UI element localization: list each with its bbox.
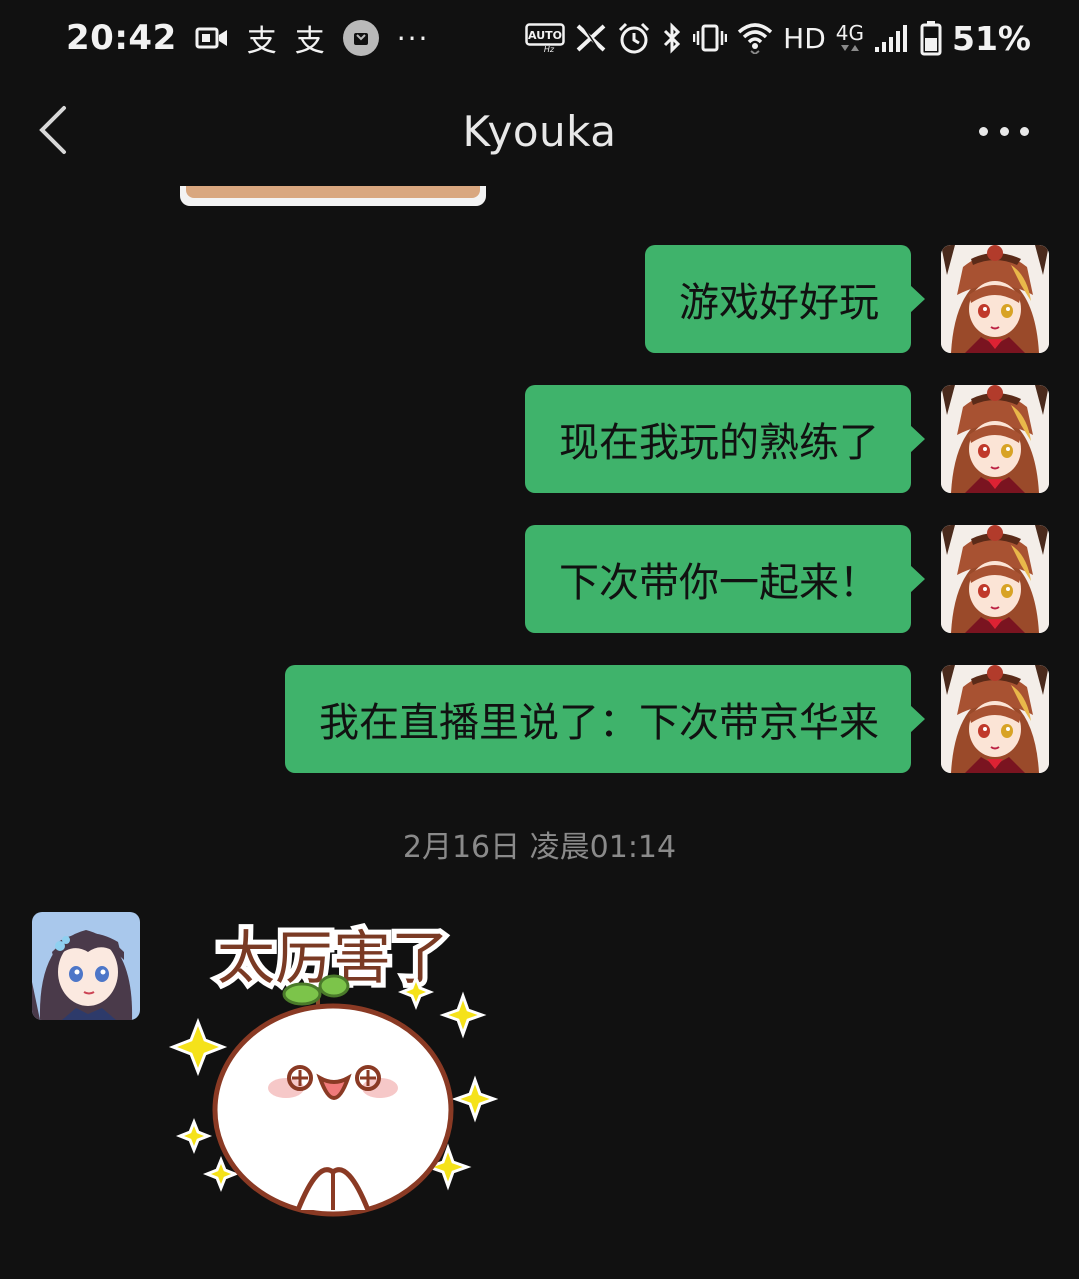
message-timestamp: 2月16日 凌晨01:14 [402,830,677,865]
cartoon-sticker-icon: 太厉害了 太厉害了 [168,919,499,1217]
my-avatar[interactable] [941,245,1049,353]
my-avatar[interactable] [941,665,1049,773]
battery-icon [920,20,942,56]
status-bar: 20:42 支 支 ··· AUTO Hz HD 4G 51% [0,0,1079,76]
anime-girl-avatar-icon [941,525,1049,633]
more-dots-icon: ··· [396,21,430,55]
sticker-image[interactable]: 太厉害了 太厉害了 [168,910,499,1240]
status-bar-right: AUTO Hz HD 4G 51% [515,19,1031,58]
auto-label: AUTO [528,29,562,42]
partial-message-card[interactable] [180,186,486,206]
my-avatar[interactable] [941,525,1049,633]
bluetooth-icon [661,22,683,54]
anime-girl-avatar-icon [32,912,140,1020]
message-row: 下次带你一起来！ [525,525,1049,633]
video-record-icon [195,25,229,51]
battery-percent: 51% [952,18,1031,58]
auto-hz-icon: AUTO Hz [525,23,565,53]
x-icon [575,23,607,53]
contact-avatar[interactable] [32,912,140,1020]
zhihu-icon: 支 [294,24,325,59]
signal-icon [874,23,910,53]
wifi-icon [737,22,773,54]
more-dot [999,126,1009,136]
status-time: 20:42 [66,18,177,58]
more-options-button[interactable] [979,116,1029,146]
hz-label: Hz [544,45,555,53]
more-dot [1020,126,1029,136]
message-row: 我在直播里说了：下次带京华来 [285,665,1049,773]
anime-girl-avatar-icon [941,245,1049,353]
zhihu-icon: 支 [246,24,277,59]
anime-girl-avatar-icon [941,665,1049,773]
message-bubble[interactable]: 我在直播里说了：下次带京华来 [285,665,925,773]
message-row: 游戏好好玩 [645,245,1049,353]
alarm-icon [617,21,651,55]
back-button[interactable] [36,104,76,156]
chat-header: Kyouka [0,76,1079,186]
message-bubble[interactable]: 现在我玩的熟练了 [525,385,925,493]
message-bubble[interactable]: 下次带你一起来！ [525,525,925,633]
status-bar-left: 20:42 支 支 ··· [66,16,429,60]
message-bubble[interactable]: 游戏好好玩 [645,245,925,353]
vibrate-icon [693,23,728,53]
chevron-left-icon [39,106,66,154]
message-row: 现在我玩的熟练了 [525,385,1049,493]
hd-icon: HD [783,21,826,55]
more-dot [979,126,988,136]
anime-girl-avatar-icon [941,385,1049,493]
my-avatar[interactable] [941,385,1049,493]
4g-icon: 4G [836,23,864,53]
app-notification-icon [342,20,379,56]
chat-title: Kyouka [462,106,617,156]
